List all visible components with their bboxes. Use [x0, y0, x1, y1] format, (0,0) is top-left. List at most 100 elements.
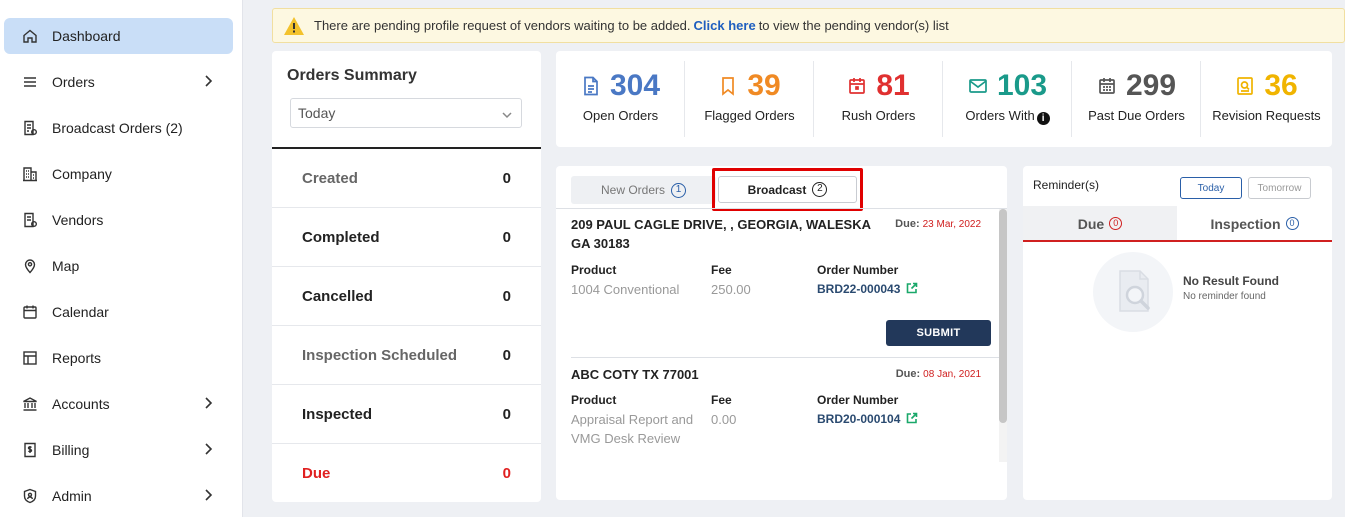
stat-value: 39 — [747, 69, 781, 102]
tab-reminders-due[interactable]: Due 0 — [1023, 206, 1177, 241]
sidebar-item-admin[interactable]: Admin — [4, 478, 233, 514]
summary-row-inspection-scheduled[interactable]: Inspection Scheduled 0 — [272, 326, 541, 385]
order-due: Due: 08 Jan, 2021 — [896, 368, 981, 380]
due-label: Due: — [895, 218, 920, 230]
sidebar-item-company[interactable]: Company — [4, 156, 233, 192]
order-number-link[interactable]: BRD20-000104 — [817, 410, 967, 429]
summary-row-label: Created — [302, 169, 358, 187]
chevron-right-icon — [201, 442, 215, 456]
fee-value: 250.00 — [711, 282, 751, 297]
sidebar-item-map[interactable]: Map — [4, 248, 233, 284]
tab-broadcast[interactable]: Broadcast 2 — [718, 176, 857, 203]
submit-button[interactable]: SUBMIT — [886, 320, 991, 346]
stat-label: Orders With — [965, 108, 1035, 123]
order-fee: Fee 0.00 — [711, 393, 801, 429]
report-icon — [20, 348, 40, 368]
sidebar-item-label: Billing — [52, 442, 90, 458]
col-header: Order Number — [817, 263, 899, 277]
tab-label: New Orders — [600, 183, 665, 197]
chevron-right-icon — [201, 74, 215, 88]
summary-row-created[interactable]: Created 0 — [272, 149, 541, 208]
summary-row-inspected[interactable]: Inspected 0 — [272, 385, 541, 444]
sidebar-item-orders[interactable]: Orders — [4, 64, 233, 100]
reminders-card: Reminder(s) Today Tomorrow Due 0 Inspect… — [1023, 166, 1332, 500]
order-number: Order Number BRD20-000104 — [817, 393, 967, 429]
summary-row-cancelled[interactable]: Cancelled 0 — [272, 267, 541, 326]
tab-label: Broadcast — [747, 182, 807, 197]
broadcast-tab-highlight: Broadcast 2 — [712, 168, 863, 211]
summary-row-completed[interactable]: Completed 0 — [272, 208, 541, 267]
sidebar-item-reports[interactable]: Reports — [4, 340, 233, 376]
tab-count-badge: 1 — [671, 182, 686, 198]
col-header: Fee — [711, 393, 732, 407]
fee-value: 0.00 — [711, 412, 737, 427]
due-date: 08 Jan, 2021 — [923, 369, 981, 380]
col-header: Product — [571, 393, 617, 407]
summary-period-select[interactable]: Today — [290, 98, 522, 128]
summary-row-label: Inspection Scheduled — [302, 346, 458, 364]
list-icon — [20, 72, 40, 92]
stat-past-due-orders[interactable]: 299 Past Due Orders — [1072, 51, 1201, 147]
summary-row-label: Due — [302, 465, 331, 482]
envelope-icon — [968, 76, 988, 96]
pending-vendor-alert: There are pending profile request of ven… — [272, 8, 1345, 43]
external-link-icon[interactable] — [906, 281, 918, 294]
order-divider — [571, 357, 999, 358]
reminders-tomorrow-button[interactable]: Tomorrow — [1248, 177, 1311, 199]
order-number: Order Number BRD22-000043 — [817, 263, 967, 299]
stat-rush-orders[interactable]: 81 Rush Orders — [814, 51, 943, 147]
stat-flagged-orders[interactable]: 39 Flagged Orders — [685, 51, 814, 147]
calendar-icon — [20, 302, 40, 322]
stat-label: Past Due Orders — [1088, 108, 1185, 123]
broadcast-orders-list: 209 PAUL CAGLE DRIVE, , GEORGIA, WALESKA… — [556, 209, 999, 462]
tab-label: Due — [1077, 215, 1105, 232]
alert-text-after: to view the pending vendor(s) list — [758, 18, 949, 33]
stat-value: 299 — [1125, 69, 1177, 102]
order-stats-card: 304 Open Orders 39 Flagged Orders 81 Rus… — [556, 51, 1332, 147]
summary-row-due[interactable]: Due 0 — [272, 444, 541, 503]
summary-row-value: 0 — [502, 169, 511, 187]
no-result-search-icon — [1093, 252, 1173, 332]
sidebar-item-dashboard[interactable]: Dashboard — [4, 18, 233, 54]
chevron-right-icon — [201, 488, 215, 502]
sidebar-item-vendors[interactable]: Vendors — [4, 202, 233, 238]
order-due: Due: 23 Mar, 2022 — [895, 218, 981, 230]
tab-reminders-inspection[interactable]: Inspection 0 — [1177, 206, 1332, 241]
reminders-title: Reminder(s) — [1033, 178, 1100, 192]
product-value: Appraisal Report and VMG Desk Review — [571, 412, 694, 446]
stat-label: Flagged Orders — [704, 108, 795, 123]
reminders-tab-underline — [1023, 240, 1332, 242]
stat-value: 36 — [1264, 69, 1298, 102]
sidebar-item-label: Map — [52, 258, 80, 274]
col-header: Product — [571, 263, 617, 277]
pending-vendors-link[interactable]: Click here — [694, 18, 756, 33]
reminders-today-button[interactable]: Today — [1180, 177, 1242, 199]
stat-orders-with[interactable]: 103 Orders With i — [943, 51, 1072, 147]
document-icon — [581, 76, 601, 96]
sidebar-item-label: Company — [52, 166, 112, 182]
due-date: 23 Mar, 2022 — [922, 219, 981, 230]
tab-count-badge: 0 — [1109, 217, 1123, 230]
summary-row-value: 0 — [502, 228, 511, 246]
order-fee: Fee 250.00 — [711, 263, 801, 299]
info-icon[interactable]: i — [1036, 112, 1050, 125]
sidebar-item-accounts[interactable]: Accounts — [4, 386, 233, 422]
external-link-icon[interactable] — [906, 411, 918, 424]
invoice-icon — [20, 440, 40, 460]
sidebar-item-label: Admin — [52, 488, 92, 504]
tab-count-badge: 0 — [1285, 217, 1299, 230]
stat-open-orders[interactable]: 304 Open Orders — [556, 51, 685, 147]
order-number-link[interactable]: BRD22-000043 — [817, 280, 967, 299]
orders-summary-card: Orders Summary Today Created 0 Completed… — [272, 51, 541, 502]
sidebar-item-calendar[interactable]: Calendar — [4, 294, 233, 330]
col-header: Fee — [711, 263, 732, 277]
sidebar-item-billing[interactable]: Billing — [4, 432, 233, 468]
tab-new-orders[interactable]: New Orders 1 — [571, 176, 716, 204]
orders-scrollbar-thumb[interactable] — [999, 209, 1007, 423]
sidebar-item-broadcast-orders[interactable]: Broadcast Orders (2) — [4, 110, 233, 146]
building-icon — [20, 164, 40, 184]
chevron-down-icon — [501, 108, 513, 120]
due-label: Due: — [895, 368, 921, 380]
stat-label: Rush Orders — [841, 108, 916, 123]
stat-revision-requests[interactable]: 36 Revision Requests — [1201, 51, 1332, 147]
